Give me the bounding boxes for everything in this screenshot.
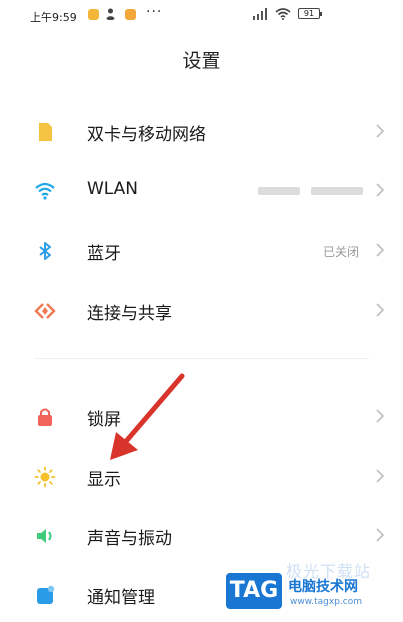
- settings-item-lock-screen[interactable]: 锁屏: [0, 388, 403, 444]
- annotation-arrow: [110, 373, 185, 460]
- settings-item-label: 通知管理: [87, 588, 155, 608]
- settings-item-label: 声音与振动: [87, 529, 172, 549]
- bluetooth-status-value: 已关闭: [322, 245, 359, 259]
- sun-icon: [34, 466, 56, 488]
- watermark-title: 电脑技术网: [288, 579, 358, 595]
- settings-item-label: 连接与共享: [87, 304, 172, 324]
- settings-item-sound-vibration[interactable]: 声音与振动: [0, 507, 403, 563]
- speaker-icon: [37, 529, 52, 543]
- signal-icon: [253, 8, 267, 20]
- settings-item-label: WLAN: [87, 179, 139, 199]
- connection-share-icon: [34, 303, 56, 319]
- wifi-status-icon: [275, 8, 291, 20]
- status-time: 上午9:59: [30, 11, 77, 24]
- settings-item-display[interactable]: 显示: [0, 448, 403, 504]
- chevron-right-icon: [376, 528, 385, 542]
- notification-app-icon-2: [125, 9, 136, 20]
- chevron-right-icon: [376, 469, 385, 483]
- blurred-network-name-2: [311, 187, 363, 195]
- section-divider: [34, 358, 369, 359]
- settings-item-label: 蓝牙: [87, 244, 121, 264]
- chevron-right-icon: [376, 303, 385, 317]
- lock-icon: [38, 408, 52, 426]
- settings-item-label: 显示: [87, 470, 121, 490]
- notification-icon: [37, 585, 55, 604]
- settings-item-sim-network[interactable]: 双卡与移动网络: [0, 103, 403, 159]
- person-notification-icon: [106, 8, 115, 20]
- notification-app-icon: [88, 9, 99, 20]
- wifi-icon: [35, 182, 55, 200]
- bluetooth-icon: [39, 242, 51, 260]
- settings-item-bluetooth[interactable]: 蓝牙 已关闭: [0, 222, 403, 278]
- watermark-url: www.tagxp.com: [290, 597, 362, 607]
- battery-icon: 91: [298, 8, 322, 19]
- settings-item-label: 双卡与移动网络: [87, 125, 206, 145]
- chevron-right-icon: [376, 409, 385, 423]
- chevron-right-icon: [376, 124, 385, 138]
- more-notifications-icon: ···: [146, 4, 163, 20]
- page-title: 设置: [182, 50, 221, 72]
- settings-item-wlan[interactable]: WLAN: [0, 162, 403, 218]
- chevron-right-icon: [376, 243, 385, 257]
- watermark-badge: TAG: [226, 573, 282, 609]
- chevron-right-icon: [376, 183, 385, 197]
- settings-item-connection-sharing[interactable]: 连接与共享: [0, 282, 403, 338]
- status-bar: 上午9:59 ··· 91: [0, 0, 403, 32]
- blurred-network-name: [258, 187, 300, 195]
- sim-card-icon: [39, 123, 52, 141]
